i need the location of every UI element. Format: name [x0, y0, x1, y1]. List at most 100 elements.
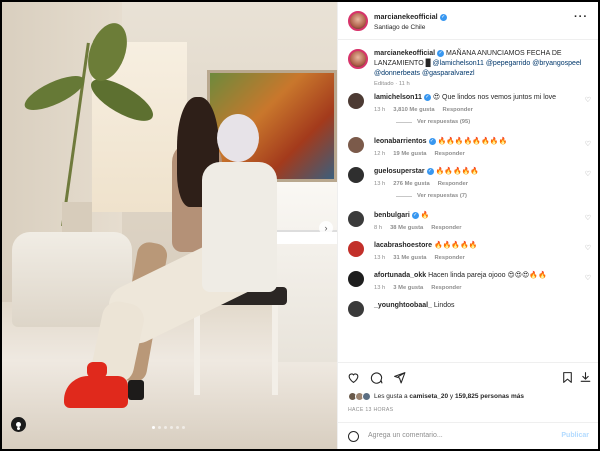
- verified-badge-icon: ✓: [423, 93, 431, 101]
- commenter-username[interactable]: _younghtoobaal_: [374, 302, 432, 309]
- carousel-dot: [182, 426, 185, 429]
- carousel-dot: [170, 426, 173, 429]
- commenter-username[interactable]: benbulgari: [374, 212, 410, 219]
- commenter-avatar[interactable]: [348, 241, 364, 257]
- author-username[interactable]: marcianekeofficial ✓: [374, 12, 447, 21]
- author-username-text[interactable]: marcianekeofficial: [374, 12, 438, 21]
- comment-item: _younghtoobaal_ Lindos: [338, 301, 598, 317]
- post-comment-button[interactable]: Publicar: [561, 432, 589, 439]
- comment-body: 🔥🔥🔥🔥🔥: [433, 242, 478, 249]
- caption-author[interactable]: marcianekeofficial: [374, 50, 435, 57]
- comment-meta: 8 h 38 Me gusta Responder: [374, 225, 581, 231]
- comment-input[interactable]: Agrega un comentario...: [368, 432, 443, 439]
- likes-middle: y: [449, 393, 454, 400]
- carousel-dots: [152, 426, 185, 429]
- reply-button[interactable]: Responder: [431, 225, 461, 231]
- comment-item: benbulgari ✓ 🔥 8 h 38 Me gusta Responder ♡: [338, 211, 598, 231]
- heart-icon[interactable]: [346, 370, 360, 384]
- likes-count[interactable]: 159,825 personas más: [455, 393, 524, 400]
- reply-button[interactable]: Responder: [438, 181, 468, 187]
- comment-meta: 13 h 276 Me gusta Responder: [374, 181, 581, 187]
- commenter-username[interactable]: lacabrashoestore: [374, 242, 432, 249]
- commenter-username[interactable]: leonabarrientos: [374, 138, 427, 145]
- share-icon[interactable]: [392, 370, 406, 384]
- comment-item: lacabrashoestore 🔥🔥🔥🔥🔥 13 h 31 Me gusta Res…: [338, 241, 598, 261]
- comment-like-heart-icon[interactable]: ♡: [585, 274, 591, 282]
- commenter-avatar[interactable]: [348, 301, 364, 317]
- post-actions: Les gusta a camiseta_20 y 159,825 person…: [338, 362, 598, 422]
- comment-time[interactable]: 13 h: [374, 255, 385, 261]
- emoji-icon[interactable]: [348, 431, 359, 442]
- carousel-dot: [152, 426, 155, 429]
- comment-likes[interactable]: 31 Me gusta: [393, 255, 426, 261]
- photo-shoe: [128, 380, 144, 400]
- more-options-icon[interactable]: ···: [574, 11, 588, 23]
- comment-likes[interactable]: 19 Me gusta: [393, 151, 426, 157]
- mention-link[interactable]: @lamichelson11: [433, 60, 484, 67]
- comment-likes[interactable]: 3 Me gusta: [393, 285, 423, 291]
- tagged-users-icon[interactable]: [11, 417, 26, 432]
- comment-likes[interactable]: 3,810 Me gusta: [393, 107, 434, 113]
- commenter-avatar[interactable]: [348, 167, 364, 183]
- mention-link[interactable]: @bryangospeel: [532, 60, 581, 67]
- commenter-avatar[interactable]: [348, 137, 364, 153]
- bookmark-icon[interactable]: [560, 370, 574, 384]
- comment-time[interactable]: 8 h: [374, 225, 382, 231]
- comment-icon[interactable]: [369, 370, 383, 384]
- photo-piano: [272, 182, 337, 362]
- reply-button[interactable]: Responder: [434, 255, 464, 261]
- comment-like-heart-icon[interactable]: ♡: [585, 140, 591, 148]
- post-photo[interactable]: ›: [2, 2, 337, 449]
- author-avatar[interactable]: [348, 11, 368, 31]
- mention-link[interactable]: @gasparalvarezl: [422, 70, 475, 77]
- commenter-avatar[interactable]: [348, 271, 364, 287]
- comment-container: lamichelson11 ✓ 😍 Que lindos nos vemos ju…: [338, 93, 598, 317]
- comment-time[interactable]: 13 h: [374, 181, 385, 187]
- reply-button[interactable]: Responder: [434, 151, 464, 157]
- liker-username[interactable]: camiseta_20: [409, 393, 448, 400]
- reply-button[interactable]: Responder: [431, 285, 461, 291]
- carousel-dot: [164, 426, 167, 429]
- comment-body: Hacen linda pareja ojooo 😍😍😍🔥🔥: [428, 272, 547, 279]
- comments-list[interactable]: marcianekeofficial ✓ MAÑANA ANUNCIAMOS FE…: [338, 41, 598, 362]
- comment-text: afortunada_okk Hacen linda pareja ojooo …: [374, 271, 581, 281]
- comment-text: guelosuperstar ✓ 🔥🔥🔥🔥🔥: [374, 167, 581, 177]
- view-replies-label[interactable]: Ver respuestas (95): [417, 119, 470, 125]
- comment-like-heart-icon[interactable]: ♡: [585, 170, 591, 178]
- download-icon[interactable]: [578, 370, 592, 384]
- verified-badge-icon: ✓: [428, 137, 436, 145]
- comment-meta: 12 h 19 Me gusta Responder: [374, 151, 581, 157]
- comment-time[interactable]: 12 h: [374, 151, 385, 157]
- post-timestamp[interactable]: HACE 13 HORAS: [348, 407, 393, 413]
- comment-like-heart-icon[interactable]: ♡: [585, 244, 591, 252]
- next-photo-arrow-icon[interactable]: ›: [319, 221, 333, 235]
- comment-like-heart-icon[interactable]: ♡: [585, 214, 591, 222]
- comment-time[interactable]: 13 h: [374, 285, 385, 291]
- liker-avatar: [362, 392, 371, 401]
- post-location[interactable]: Santiago de Chile: [374, 24, 425, 31]
- verified-badge-icon: ✓: [437, 49, 445, 57]
- commenter-avatar[interactable]: [348, 211, 364, 227]
- likes-summary: Les gusta a camiseta_20 y 159,825 person…: [348, 392, 524, 401]
- commenter-avatar[interactable]: [348, 93, 364, 109]
- caption-avatar[interactable]: [348, 49, 368, 69]
- comment-likes[interactable]: 38 Me gusta: [390, 225, 423, 231]
- comment-time[interactable]: 13 h: [374, 107, 385, 113]
- comment-meta: 13 h 3,810 Me gusta Responder: [374, 107, 581, 113]
- reply-button[interactable]: Responder: [443, 107, 473, 113]
- mention-link[interactable]: @pepegarrido: [486, 60, 530, 67]
- photo-stool-leg: [194, 305, 200, 395]
- caption-time[interactable]: 11 h: [399, 81, 410, 87]
- commenter-username[interactable]: guelosuperstar: [374, 168, 425, 175]
- edited-label: Editado: [374, 81, 394, 87]
- mention-link[interactable]: @donnerbeats: [374, 70, 420, 77]
- comment-like-heart-icon[interactable]: ♡: [585, 96, 591, 104]
- verified-badge-icon: ✓: [426, 167, 434, 175]
- comment-likes[interactable]: 276 Me gusta: [393, 181, 429, 187]
- commenter-username[interactable]: lamichelson11: [374, 94, 422, 101]
- commenter-username[interactable]: afortunada_okk: [374, 272, 426, 279]
- view-replies-label[interactable]: Ver respuestas (7): [417, 193, 467, 199]
- photo-stool-leg: [272, 305, 278, 395]
- add-comment-bar: Agrega un comentario... Publicar: [338, 422, 598, 449]
